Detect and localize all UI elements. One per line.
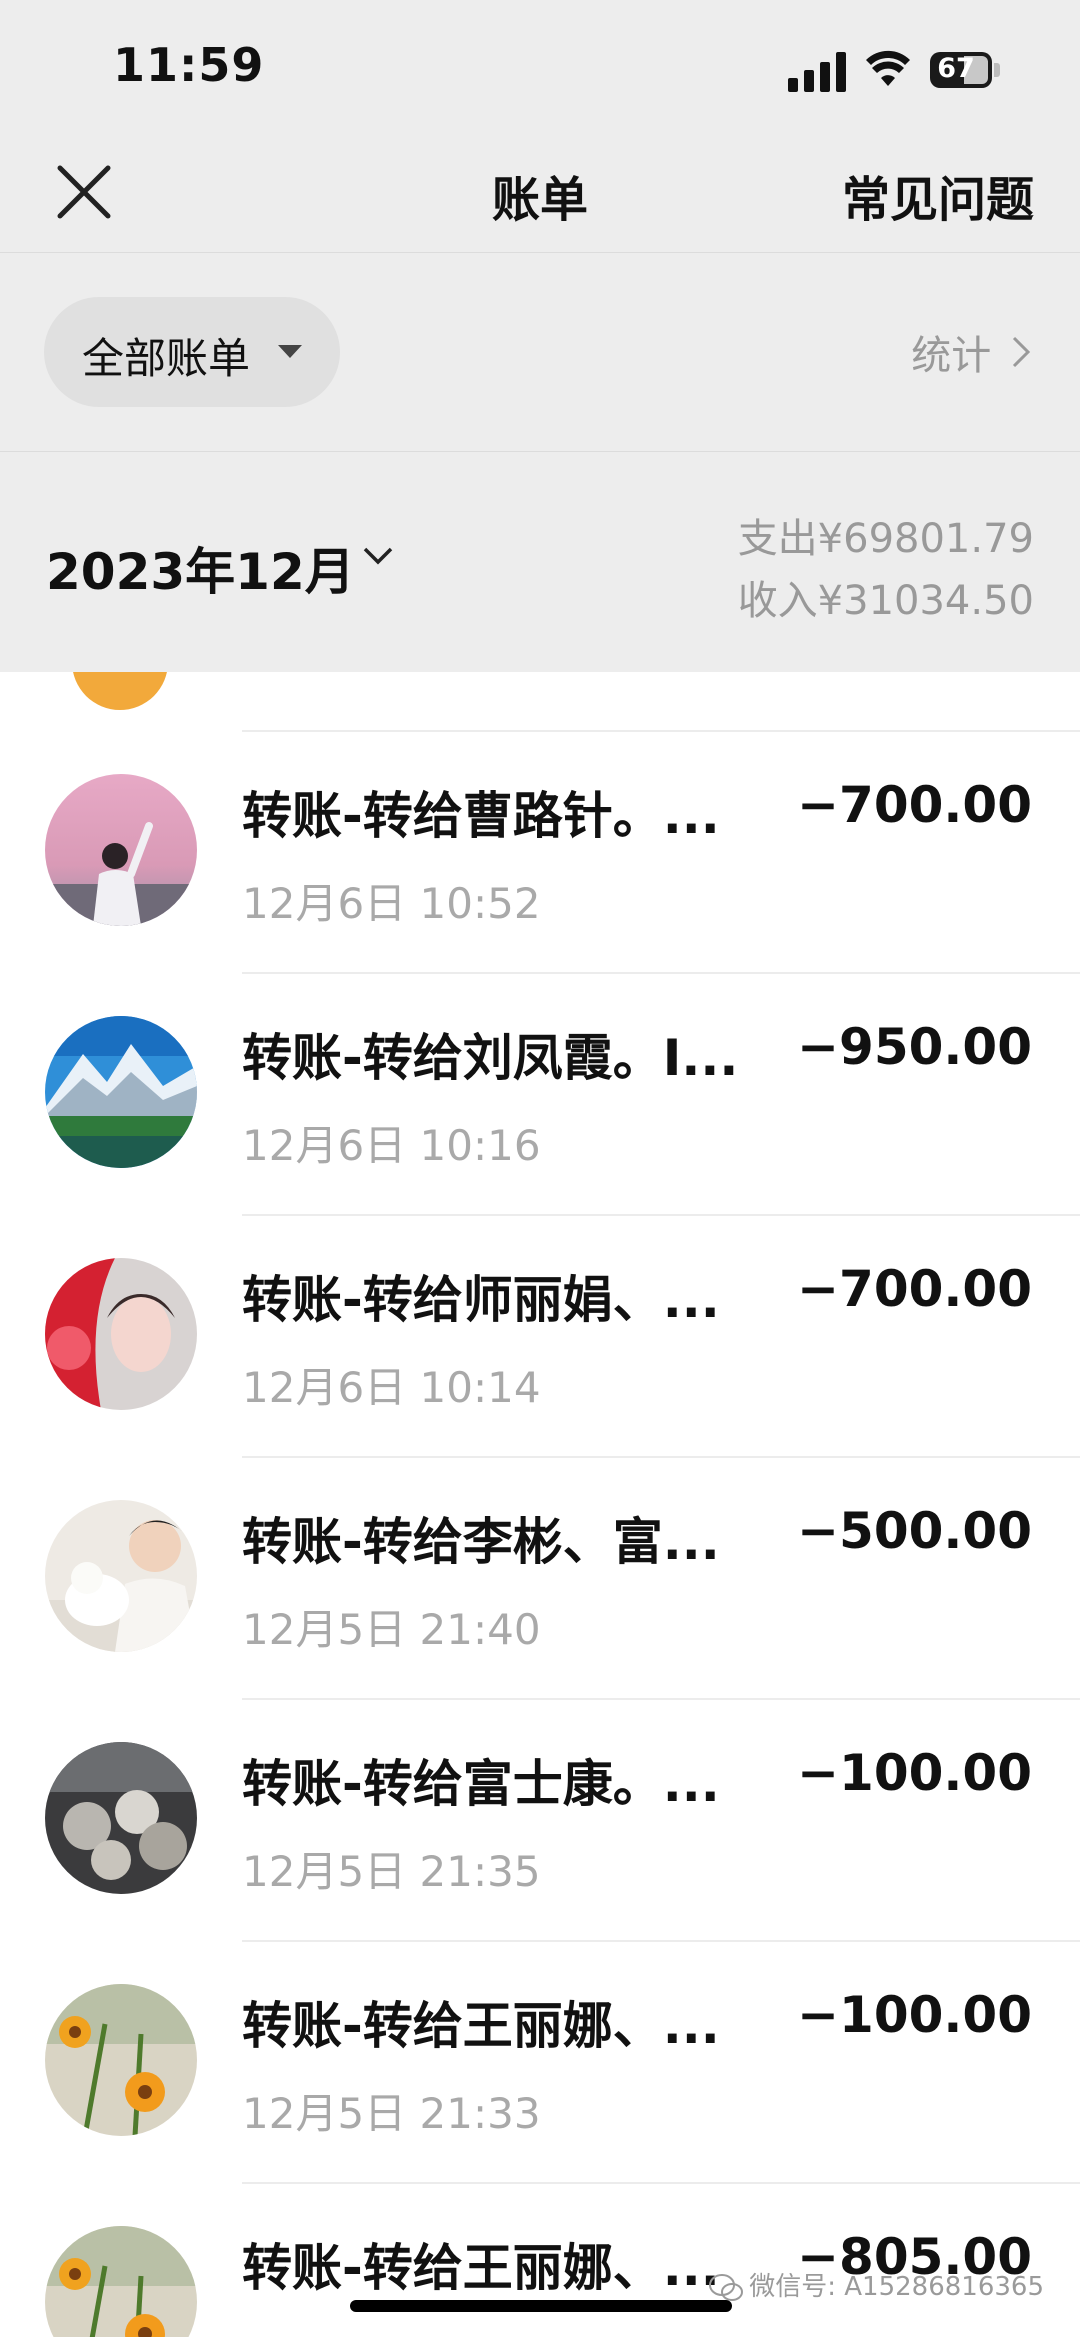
avatar [45,1984,197,2136]
statistics-label: 统计 [911,333,992,379]
transaction-time: 12月6日 10:16 [242,1121,541,1170]
avatar [45,1742,197,1894]
battery-level: 67 [937,53,975,84]
transaction-time: 12月6日 10:14 [242,1363,541,1412]
month-summary: 支出¥69801.79 收入¥31034.50 [738,508,1034,632]
expense-total: 支出¥69801.79 [737,516,1034,562]
cellular-signal-icon [788,52,846,92]
transaction-title: 转账-转给李彬、富... [242,1513,720,1571]
faq-link[interactable]: 常见问题 [842,160,1034,230]
wifi-icon [866,50,910,86]
close-icon[interactable] [54,162,114,222]
transaction-list: 转账-转给曹路针。... 12月6日 10:52 −700.00 转账-转给刘凤… [0,672,1080,2337]
divider [242,972,1080,974]
month-selector[interactable]: 2023年12月 [46,532,355,604]
month-header: 2023年12月 支出¥69801.79 收入¥31034.50 [0,452,1080,672]
transaction-row[interactable]: 转账-转给王丽娜、... 12月5日 21:30 −805.00 [0,2182,1080,2337]
divider [242,2182,1080,2184]
transaction-amount: −700.00 [797,776,1032,834]
divider [242,1214,1080,1216]
chevron-right-icon [1012,336,1031,368]
transaction-row[interactable]: 转账-转给富士康。... 12月5日 21:35 −100.00 [0,1698,1080,1940]
transaction-time: 12月5日 21:40 [242,1605,541,1654]
transaction-row[interactable]: 转账-转给王丽娜、... 12月5日 21:33 −100.00 [0,1940,1080,2182]
status-bar: 11:59 67 [0,0,1080,140]
statistics-link[interactable]: 统计 [911,323,1032,381]
transaction-title: 转账-转给富士康。... [242,1755,720,1813]
chevron-down-icon[interactable] [362,540,394,572]
transaction-amount: −100.00 [797,1744,1032,1802]
avatar [45,774,197,926]
transaction-title: 转账-转给王丽娜、... [242,1997,720,2055]
wechat-icon [709,2273,744,2301]
transaction-title: 转账-转给师丽娟、... [242,1271,720,1329]
transaction-amount: −100.00 [797,1986,1032,2044]
status-time: 11:59 [113,38,265,92]
avatar [72,672,168,710]
avatar [45,2226,197,2337]
bill-filter-dropdown[interactable]: 全部账单 [44,297,340,407]
transaction-title: 转账-转给曹路针。... [242,787,720,845]
divider [242,1698,1080,1700]
transaction-row[interactable]: 转账-转给师丽娟、... 12月6日 10:14 −700.00 [0,1214,1080,1456]
home-indicator[interactable] [350,2300,732,2312]
transaction-row[interactable]: 转账-转给曹路针。... 12月6日 10:52 −700.00 [0,730,1080,972]
caret-down-icon [278,345,302,358]
divider [242,1456,1080,1458]
avatar [45,1500,197,1652]
transaction-amount: −950.00 [797,1018,1032,1076]
battery-icon: 67 [930,52,1002,88]
divider [242,730,1080,732]
transaction-time: 12月6日 10:52 [242,879,541,928]
transaction-time: 12月5日 21:35 [242,1847,541,1896]
transaction-row[interactable]: 转账-转给刘凤霞。I... 12月6日 10:16 −950.00 [0,972,1080,1214]
divider [242,1940,1080,1942]
transaction-title: 转账-转给刘凤霞。I... [242,1029,739,1087]
nav-bar: 账单 常见问题 [0,140,1080,253]
transaction-time: 12月5日 21:30 [242,2322,541,2337]
transaction-title: 转账-转给王丽娜、... [242,2239,720,2297]
avatar [45,1016,197,1168]
transaction-row[interactable]: 转账-转给李彬、富... 12月5日 21:40 −500.00 [0,1456,1080,1698]
transaction-amount: −500.00 [797,1502,1032,1560]
watermark-text: 微信号: A15286816365 [749,2272,1044,2302]
income-total: 收入¥31034.50 [737,578,1034,624]
watermark: 微信号: A15286816365 [709,2266,1044,2303]
bill-filter-label: 全部账单 [82,334,251,383]
filter-bar: 全部账单 统计 [0,253,1080,452]
transaction-amount: −700.00 [797,1260,1032,1318]
transaction-time: 12月5日 21:33 [242,2089,541,2138]
avatar [45,1258,197,1410]
